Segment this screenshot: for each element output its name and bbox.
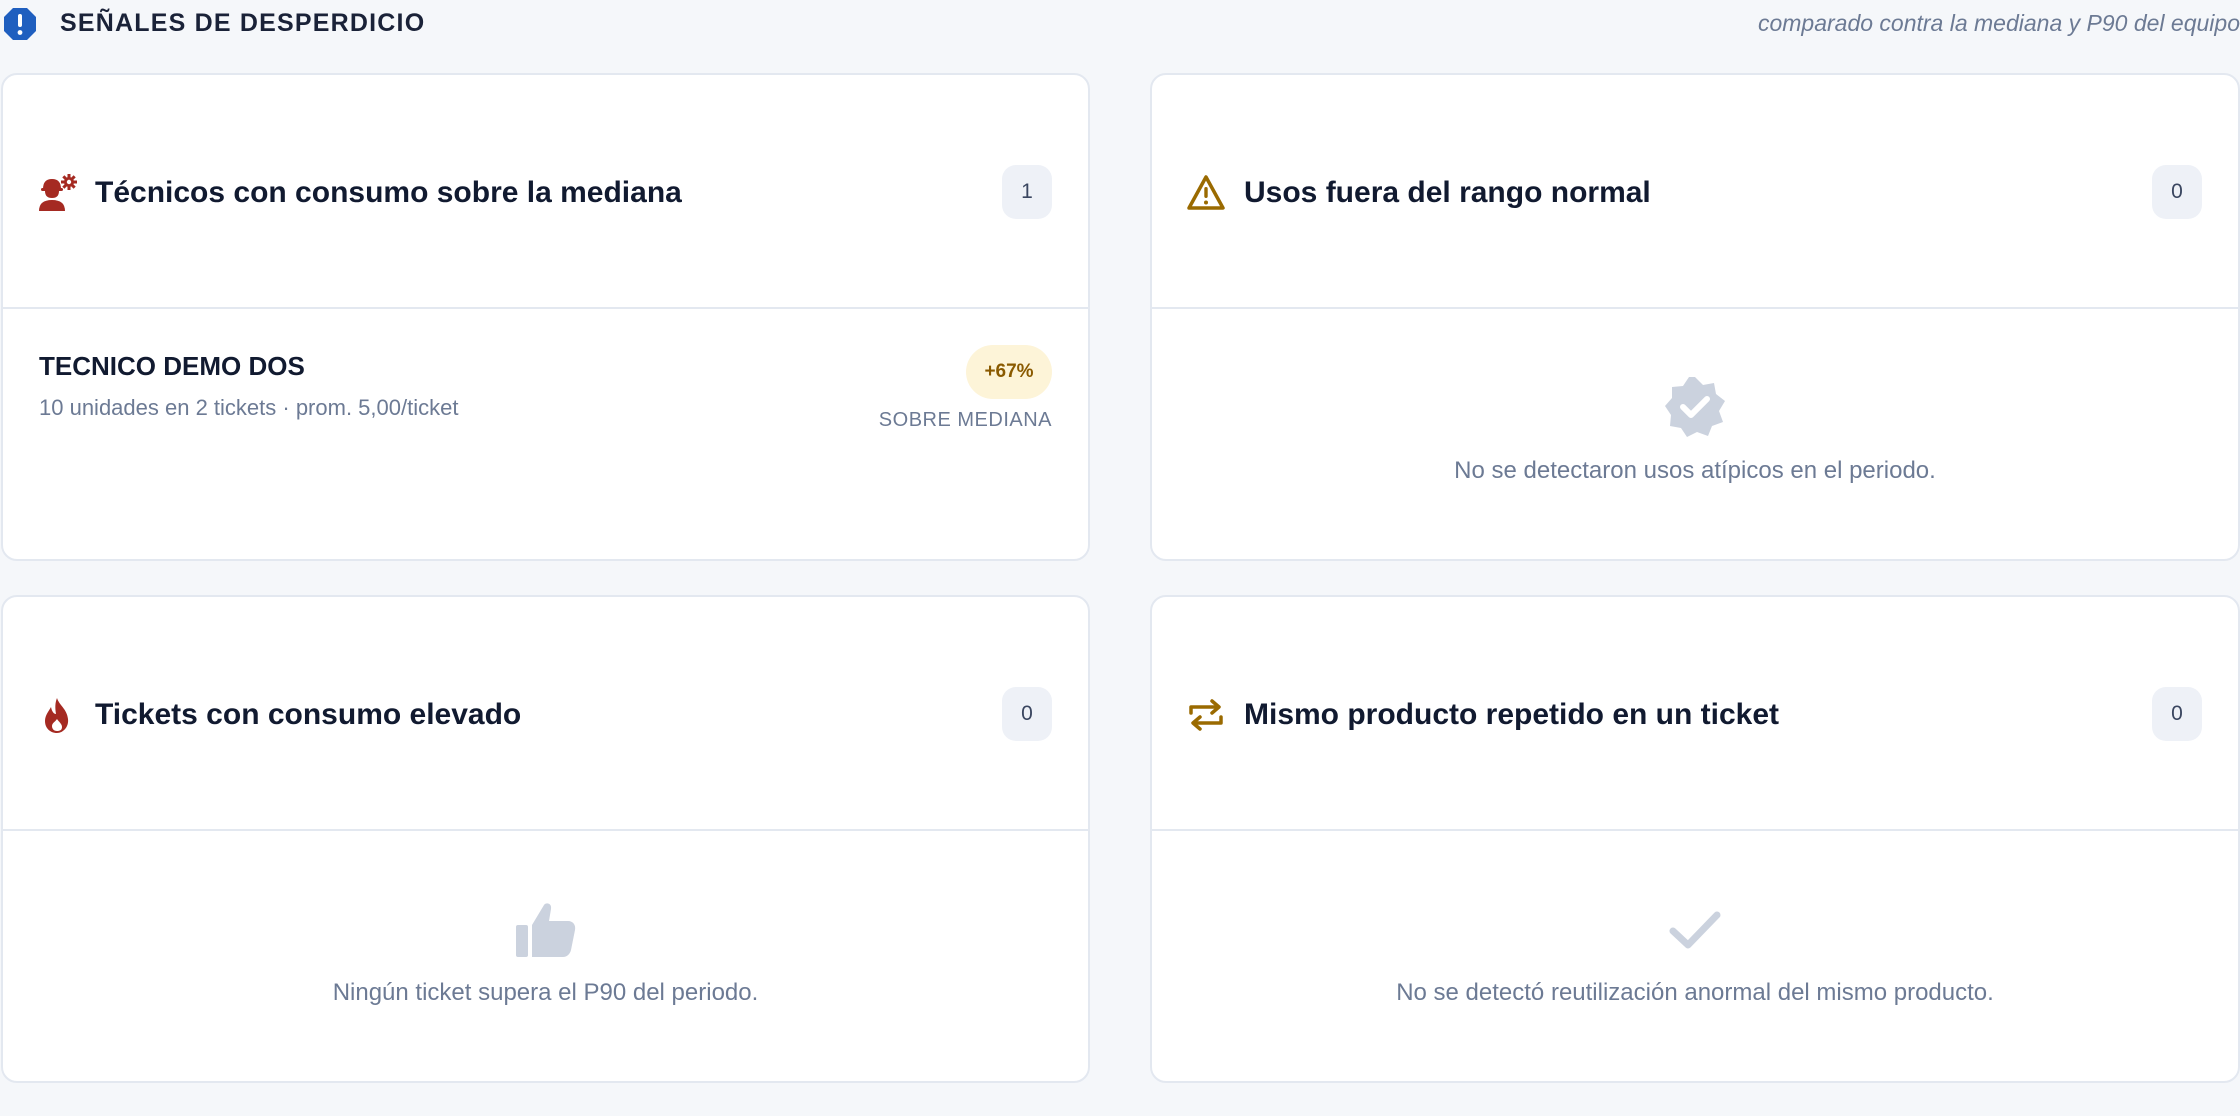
section-subtitle: comparado contra la mediana y P90 del eq…	[1757, 10, 2240, 36]
count-badge: 1	[1002, 165, 1052, 219]
check-icon	[1669, 911, 1721, 949]
fire-icon	[45, 698, 69, 733]
count-badge: 0	[2152, 165, 2202, 219]
count-badge: 0	[2152, 687, 2202, 741]
user-gear-icon	[39, 174, 77, 211]
empty-state-text: Ningún ticket supera el P90 del periodo.	[332, 979, 759, 1006]
repeat-icon	[1189, 699, 1223, 731]
section-header: SEÑALES DE DESPERDICIO comparado contra …	[0, 0, 2240, 50]
empty-state-text: No se detectaron usos atípicos en el per…	[1454, 457, 1936, 484]
percent-badge: +67%	[966, 345, 1052, 399]
card-out-of-range-usage: Usos fuera del rango normal 0 No se dete…	[1150, 73, 2240, 561]
thumbs-up-icon	[515, 903, 575, 957]
section-title: SEÑALES DE DESPERDICIO	[60, 9, 426, 37]
percent-label: SOBRE MEDIANA	[878, 409, 1052, 431]
card-title: Tickets con consumo elevado	[95, 698, 522, 731]
card-body: No se detectó reutilización anormal del …	[1152, 831, 2238, 1081]
card-high-consumption-tickets: Tickets con consumo elevado 0 Ningún tic…	[1, 595, 1090, 1083]
count-badge: 0	[1002, 687, 1052, 741]
verified-badge-icon	[1665, 377, 1725, 437]
card-technicians-above-median: Técnicos con consumo sobre la mediana 1 …	[1, 73, 1090, 561]
card-title: Técnicos con consumo sobre la mediana	[95, 176, 682, 209]
card-body: No se detectaron usos atípicos en el per…	[1152, 309, 2238, 559]
card-title: Usos fuera del rango normal	[1244, 176, 1651, 209]
technician-detail: 10 unidades en 2 tickets · prom. 5,00/ti…	[39, 395, 459, 420]
card-header: Mismo producto repetido en un ticket 0	[1152, 597, 2238, 831]
card-header: Usos fuera del rango normal 0	[1152, 75, 2238, 309]
card-body: TECNICO DEMO DOS 10 unidades en 2 ticket…	[3, 309, 1088, 559]
warning-triangle-icon	[1187, 175, 1225, 210]
card-header: Técnicos con consumo sobre la mediana 1	[3, 75, 1088, 309]
alert-octagon-icon	[4, 8, 36, 40]
technician-name: TECNICO DEMO DOS	[39, 351, 305, 381]
card-header: Tickets con consumo elevado 0	[3, 597, 1088, 831]
card-repeated-product: Mismo producto repetido en un ticket 0 N…	[1150, 595, 2240, 1083]
empty-state-text: No se detectó reutilización anormal del …	[1396, 979, 1994, 1006]
card-title: Mismo producto repetido en un ticket	[1244, 698, 1780, 731]
card-body: Ningún ticket supera el P90 del periodo.	[3, 831, 1088, 1081]
